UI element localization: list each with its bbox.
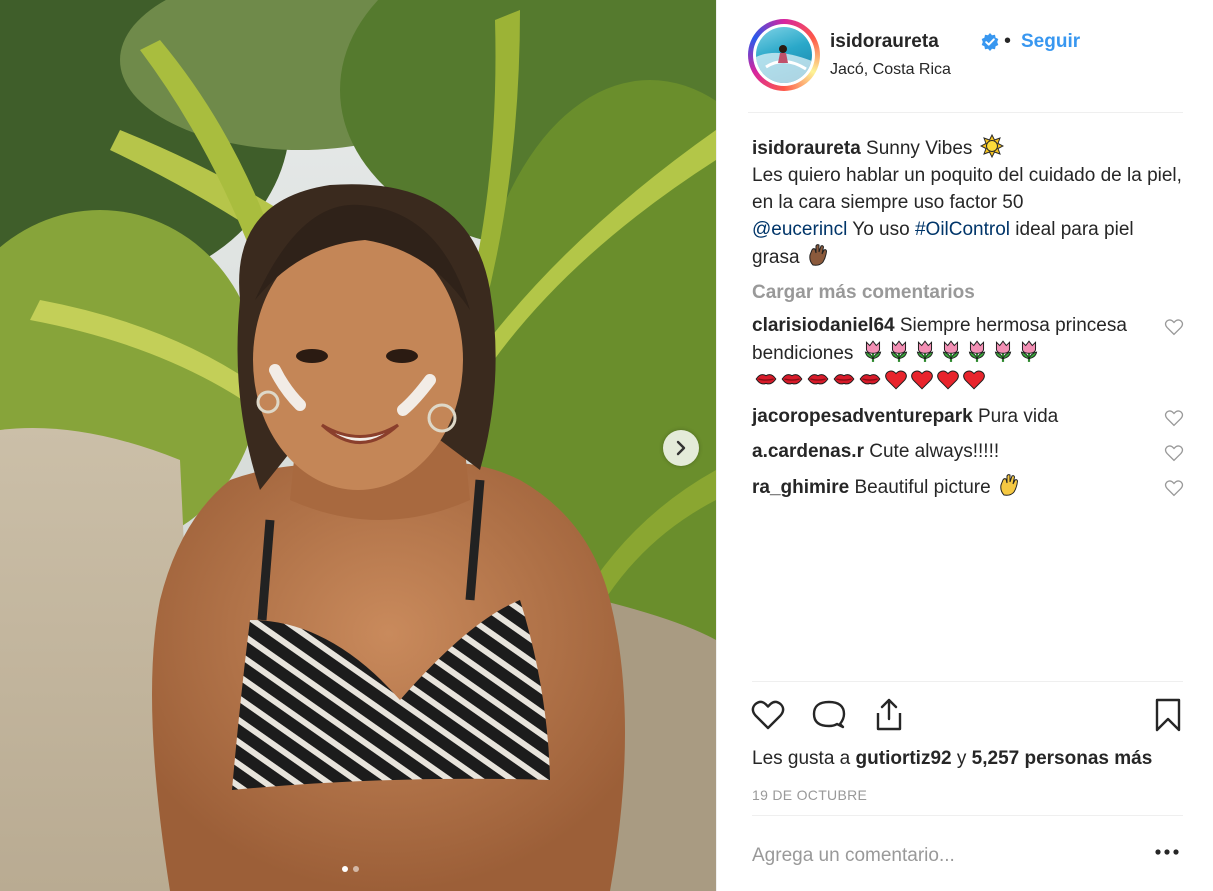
- comment-text: Cute always!!!!!: [869, 441, 1000, 462]
- carousel-dot: [353, 866, 359, 872]
- caption-username[interactable]: isidoraureta: [752, 138, 861, 159]
- carousel-indicator: [342, 866, 359, 872]
- red-heart-emoji: [937, 370, 959, 390]
- red-heart-emoji: [885, 370, 907, 390]
- heart-icon[interactable]: [750, 697, 786, 733]
- like-comment-heart-icon[interactable]: [1164, 318, 1184, 336]
- bookmark-icon[interactable]: [1150, 697, 1186, 733]
- tulip-emoji: [942, 340, 959, 362]
- header-username[interactable]: isidoraureta: [830, 31, 939, 53]
- add-comment-input[interactable]: Agrega un comentario...: [752, 845, 1132, 867]
- chevron-right-icon: [676, 440, 686, 456]
- load-more-comments-button[interactable]: Cargar más comentarios: [752, 282, 1184, 304]
- comment-item: a.cardenas.r Cute always!!!!!: [752, 438, 1184, 465]
- post-side-panel: isidoraureta • Seguir Jacó, Costa Rica i…: [716, 0, 1213, 891]
- kiss-emoji: [807, 374, 829, 385]
- comment-item: ra_ghimire Beautiful picture: [752, 473, 1184, 501]
- comment-username[interactable]: a.cardenas.r: [752, 441, 864, 462]
- comment-username[interactable]: ra_ghimire: [752, 477, 849, 498]
- comments-list: isidoraureta Sunny Vibes Les quiero habl…: [752, 134, 1184, 501]
- header-separator: •: [1004, 30, 1012, 52]
- comment-icon[interactable]: [811, 697, 847, 733]
- sun-emoji: [979, 134, 1004, 158]
- ok-hand-emoji: [809, 244, 827, 266]
- divider: [752, 815, 1183, 816]
- red-heart-emoji: [911, 370, 933, 390]
- location-link[interactable]: Jacó, Costa Rica: [830, 61, 951, 79]
- tulip-emoji: [994, 340, 1011, 362]
- post-header: isidoraureta • Seguir Jacó, Costa Rica: [748, 18, 1183, 113]
- avatar[interactable]: [748, 19, 820, 91]
- like-comment-heart-icon[interactable]: [1164, 409, 1184, 427]
- likes-joiner: y: [956, 748, 967, 769]
- photo-image: [0, 0, 716, 891]
- kiss-heart-emoji-row: [752, 370, 986, 392]
- carousel-next-button[interactable]: [663, 430, 699, 466]
- like-comment-heart-icon[interactable]: [1164, 444, 1184, 462]
- caption-line1: Sunny Vibes: [866, 138, 973, 159]
- likes-summary: Les gusta a gutiortiz92 y 5,257 personas…: [752, 748, 1152, 770]
- red-heart-emoji: [963, 370, 985, 390]
- verified-badge-icon: [981, 33, 999, 51]
- caption-mid: Yo uso: [852, 219, 910, 240]
- likes-prefix: Les gusta a: [752, 748, 851, 769]
- comment-username[interactable]: clarisiodaniel64: [752, 315, 895, 336]
- kiss-emoji: [833, 374, 855, 385]
- tulip-emoji: [916, 340, 933, 362]
- avatar-image: [756, 45, 812, 83]
- caption-body: Les quiero hablar un poquito del cuidado…: [752, 165, 1182, 213]
- likes-user-link[interactable]: gutiortiz92: [856, 748, 952, 769]
- comment-item: clarisiodaniel64 Siempre hermosa princes…: [752, 312, 1184, 395]
- tulip-emoji: [864, 340, 881, 362]
- tulip-emoji-row: [859, 340, 1041, 364]
- tulip-emoji: [890, 340, 907, 362]
- comment-item: jacoropesadventurepark Pura vida: [752, 403, 1184, 430]
- likes-count-link[interactable]: 5,257 personas más: [972, 748, 1153, 769]
- kiss-emoji: [781, 374, 803, 385]
- kiss-emoji: [755, 374, 777, 385]
- tulip-emoji: [1020, 340, 1037, 362]
- ok-hand-emoji: [1000, 474, 1018, 496]
- post-caption: isidoraureta Sunny Vibes Les quiero habl…: [752, 134, 1184, 271]
- caption-mention-link[interactable]: @eucerincl: [752, 219, 847, 240]
- share-icon[interactable]: [871, 697, 907, 733]
- comment-text: Pura vida: [977, 406, 1059, 427]
- tulip-emoji: [968, 340, 985, 362]
- follow-button[interactable]: Seguir: [1021, 31, 1080, 53]
- comment-username[interactable]: jacoropesadventurepark: [752, 406, 973, 427]
- like-comment-heart-icon[interactable]: [1164, 479, 1184, 497]
- comment-text: Beautiful picture: [854, 477, 991, 498]
- more-options-icon[interactable]: [1155, 848, 1179, 856]
- post-date[interactable]: 19 DE OCTUBRE: [752, 787, 867, 803]
- carousel-dot-active: [342, 866, 348, 872]
- post-photo[interactable]: [0, 0, 716, 891]
- kiss-emoji: [859, 374, 881, 385]
- caption-hashtag-link[interactable]: #OilControl: [915, 219, 1010, 240]
- divider: [752, 681, 1183, 682]
